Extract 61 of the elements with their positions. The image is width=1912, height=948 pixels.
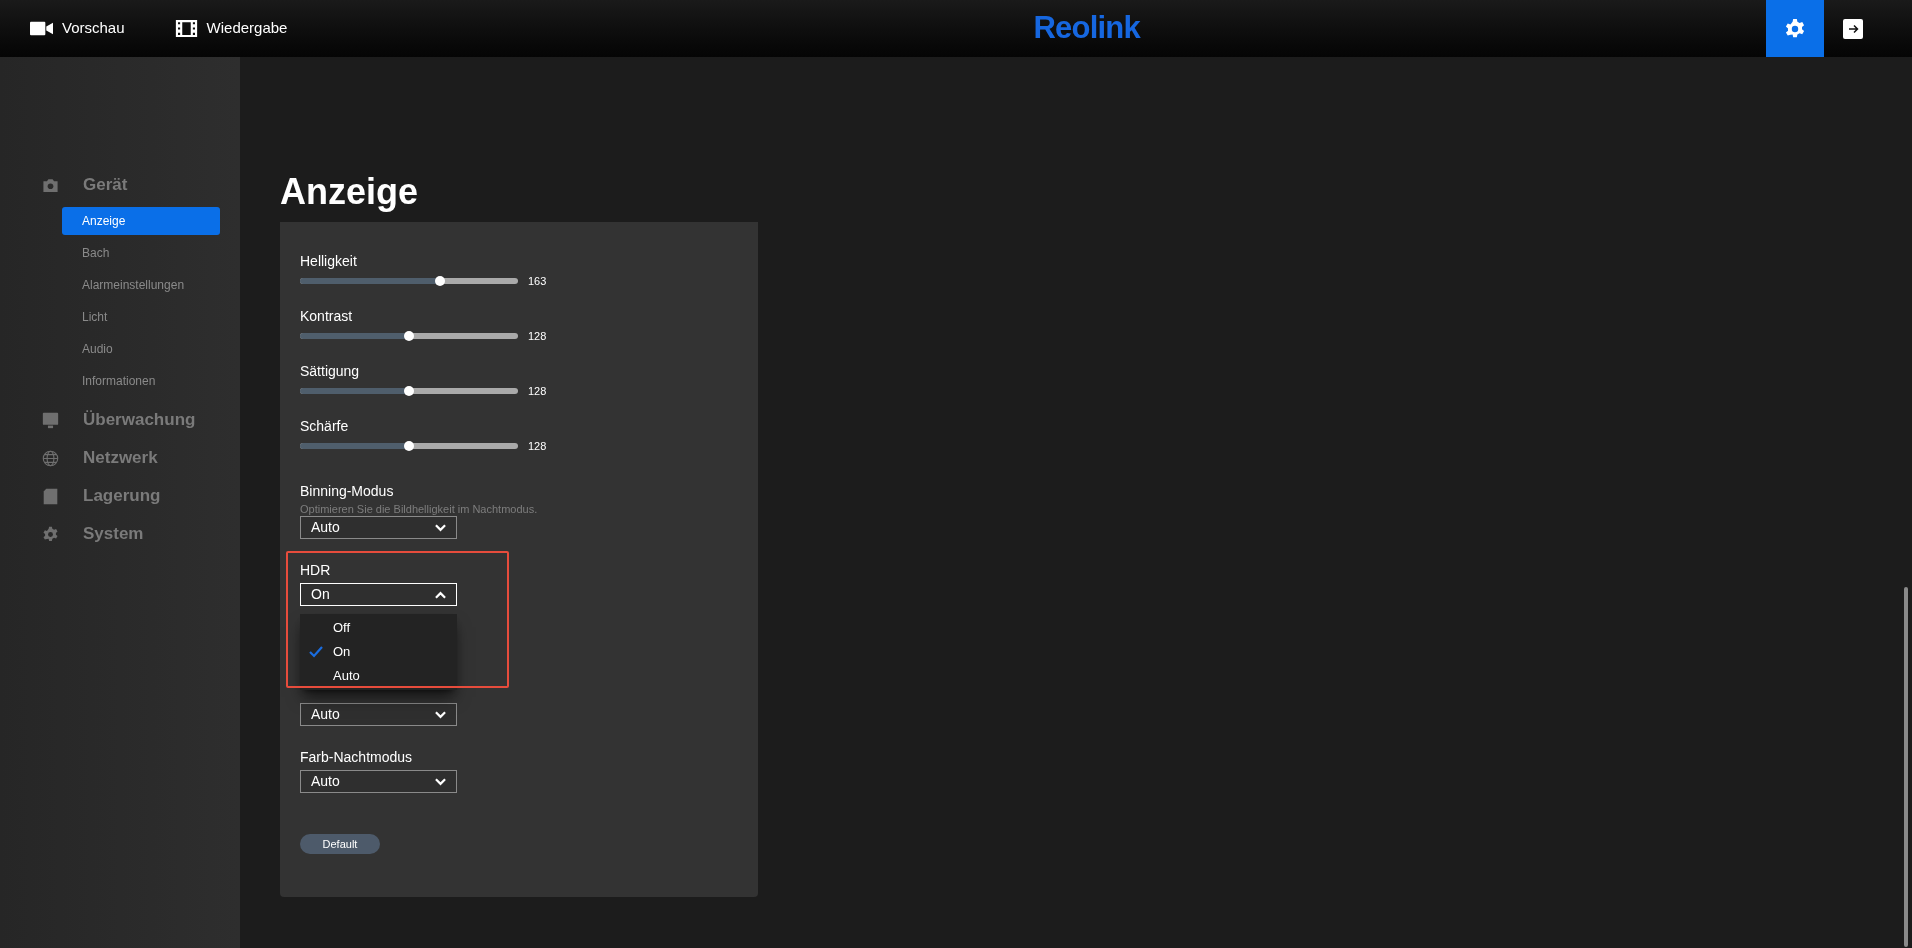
chevron-down-icon	[435, 710, 446, 719]
settings-icon	[1784, 17, 1806, 40]
chevron-down-icon	[435, 523, 446, 532]
slider-value: 128	[528, 384, 547, 399]
field-description: Optimieren Sie die Bildhelligkeit im Nachtmodus.	[300, 502, 539, 516]
globe-icon	[42, 449, 59, 467]
slider-value: 128	[528, 329, 547, 344]
camera-icon	[42, 176, 59, 194]
logo: Reolink	[1033, 9, 1140, 48]
slider-track[interactable]	[300, 278, 518, 285]
sidebar-item[interactable]: Informationen	[62, 367, 220, 395]
dropdown-select[interactable]: Auto	[300, 770, 457, 793]
sidebar-group[interactable]: Netzwerk	[0, 445, 240, 471]
dropdown-option[interactable]: Off	[300, 616, 457, 640]
gear-icon	[42, 525, 59, 543]
dropdown-option[interactable]: On	[300, 640, 457, 664]
page-title: Anzeige	[280, 172, 420, 214]
option-label: On	[333, 643, 351, 662]
slider-thumb[interactable]	[404, 441, 414, 452]
dropdown-select[interactable]: On	[300, 583, 457, 606]
sidebar-group[interactable]: System	[0, 521, 240, 547]
dropdown-option[interactable]: Auto	[300, 664, 457, 688]
option-label: Auto	[333, 667, 360, 686]
slider-track[interactable]	[300, 333, 518, 340]
sidebar-item[interactable]: Audio	[62, 335, 220, 363]
slider-thumb[interactable]	[404, 331, 414, 342]
slider-label: Schärfe	[300, 417, 350, 435]
slider-track[interactable]	[300, 388, 518, 395]
chevron-up-icon	[435, 590, 446, 599]
default-button[interactable]: Default	[300, 834, 380, 854]
sidebar-group[interactable]: Lagerung	[0, 483, 240, 509]
slider-thumb[interactable]	[404, 386, 414, 397]
field-label: Farb-Nachtmodus	[300, 748, 414, 766]
sidebar-item[interactable]: Licht	[62, 303, 220, 331]
dropdown-select[interactable]: Auto	[300, 703, 457, 726]
field-label: Binning-Modus	[300, 482, 395, 500]
nav-link[interactable]: Wiedergabe	[174, 17, 288, 40]
sidebar-group[interactable]: Gerät	[0, 172, 240, 198]
scrollbar[interactable]	[1904, 587, 1908, 947]
monitor-icon	[42, 411, 59, 429]
film-icon	[174, 20, 198, 37]
sidebar-group[interactable]: Überwachung	[0, 407, 240, 433]
video-camera-icon	[30, 20, 53, 37]
slider-label: Sättigung	[300, 362, 361, 380]
chevron-down-icon	[435, 777, 446, 786]
slider-value: 128	[528, 439, 547, 454]
memory-card-icon	[42, 487, 59, 505]
slider-label: Helligkeit	[300, 252, 358, 270]
dropdown-select[interactable]: Auto	[300, 516, 457, 539]
slider-value: 163	[528, 274, 547, 289]
slider-label: Kontrast	[300, 307, 354, 325]
option-label: Off	[333, 619, 351, 638]
sidebar-item[interactable]: Bach	[62, 239, 220, 267]
field-label: HDR	[300, 561, 332, 579]
sidebar-item[interactable]: Anzeige	[62, 207, 220, 235]
logout-icon	[1843, 18, 1863, 39]
sidebar-item[interactable]: Alarmeinstellungen	[62, 271, 220, 299]
settings-button[interactable]	[1766, 0, 1824, 57]
slider-thumb[interactable]	[434, 276, 445, 287]
nav-link[interactable]: Vorschau	[30, 17, 125, 40]
slider-track[interactable]	[300, 443, 518, 450]
